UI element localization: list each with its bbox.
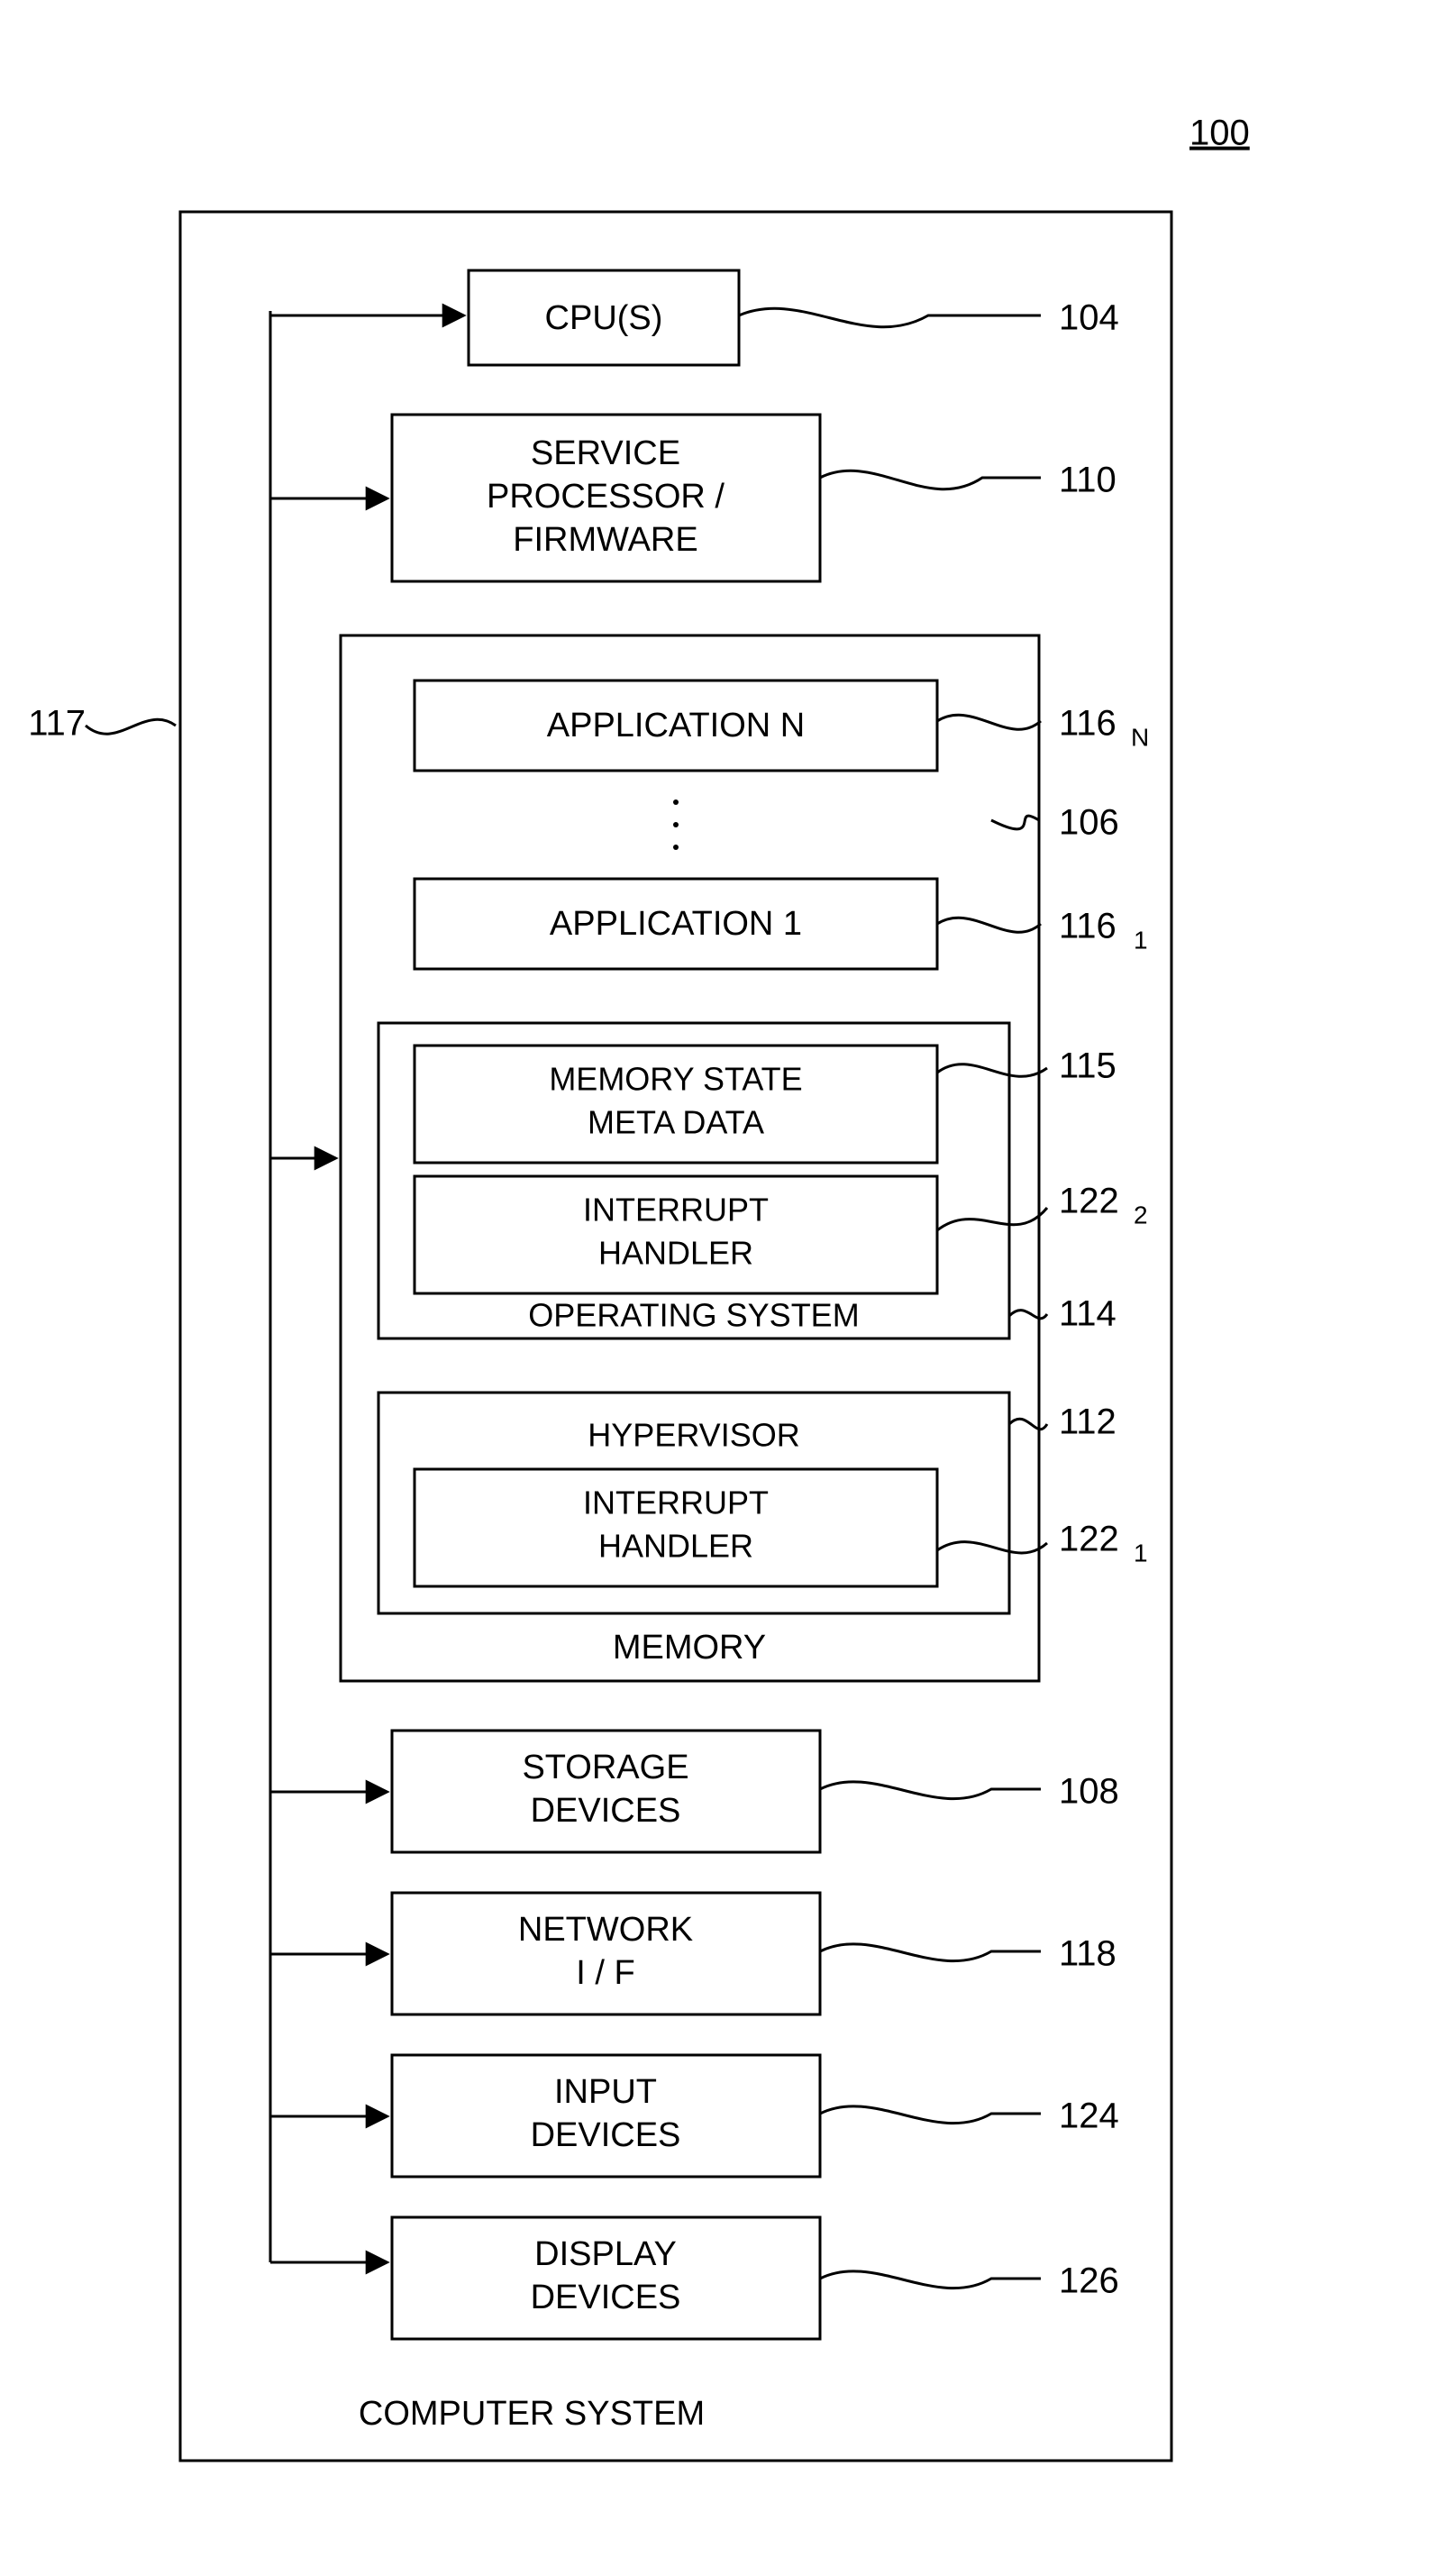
net-l1: NETWORK <box>518 1911 693 1949</box>
dsp-l2: DEVICES <box>531 2279 681 2316</box>
in-l1: INPUT <box>554 2073 657 2111</box>
ref-118: 118 <box>1059 1934 1116 1974</box>
ref-100: 100 <box>1189 114 1250 153</box>
in-l2: DEVICES <box>531 2116 681 2154</box>
os-ih-l2: HANDLER <box>598 1235 753 1272</box>
ref-115: 115 <box>1059 1046 1116 1086</box>
dots <box>673 822 679 827</box>
memory-label: MEMORY <box>613 1629 766 1667</box>
ref-114: 114 <box>1059 1294 1116 1334</box>
ref-1161-sub: 1 <box>1134 926 1148 954</box>
ref-1221: 122 <box>1059 1520 1119 1559</box>
svc-l3: FIRMWARE <box>513 521 697 559</box>
stg-l2: DEVICES <box>531 1792 681 1830</box>
svc-l1: SERVICE <box>531 434 680 472</box>
ref-104: 104 <box>1059 298 1119 338</box>
ref-124: 124 <box>1059 2096 1119 2136</box>
app-n-label: APPLICATION N <box>547 707 805 744</box>
lead-117 <box>86 719 176 734</box>
dots <box>673 799 679 805</box>
ref-108: 108 <box>1059 1772 1119 1812</box>
app-1-label: APPLICATION 1 <box>550 905 802 943</box>
ref-106: 106 <box>1059 803 1119 843</box>
ref-117: 117 <box>28 704 86 744</box>
ref-1222: 122 <box>1059 1182 1119 1221</box>
ref-126: 126 <box>1059 2261 1119 2301</box>
hv-ih-l1: INTERRUPT <box>583 1484 769 1521</box>
ref-116n: 116 <box>1059 704 1116 744</box>
svc-l2: PROCESSOR / <box>487 478 725 516</box>
msm-l2: META DATA <box>588 1104 764 1141</box>
dsp-l1: DISPLAY <box>534 2235 677 2273</box>
cpu-label: CPU(S) <box>545 299 663 337</box>
msm-l1: MEMORY STATE <box>549 1061 802 1098</box>
hv-ih-l2: HANDLER <box>598 1528 753 1565</box>
ref-1221-sub: 1 <box>1134 1539 1148 1567</box>
ref-1222-sub: 2 <box>1134 1201 1148 1229</box>
computer-system-label: COMPUTER SYSTEM <box>359 2395 705 2433</box>
ref-112: 112 <box>1059 1402 1116 1442</box>
stg-l1: STORAGE <box>522 1749 688 1786</box>
net-l2: I / F <box>576 1954 634 1992</box>
dots <box>673 845 679 850</box>
ref-116n-sub: N <box>1131 723 1149 751</box>
os-ih-l1: INTERRUPT <box>583 1192 769 1229</box>
ref-1161: 116 <box>1059 907 1116 946</box>
ref-110: 110 <box>1059 461 1116 500</box>
os-label: OPERATING SYSTEM <box>528 1297 859 1334</box>
hv-label: HYPERVISOR <box>588 1417 799 1454</box>
